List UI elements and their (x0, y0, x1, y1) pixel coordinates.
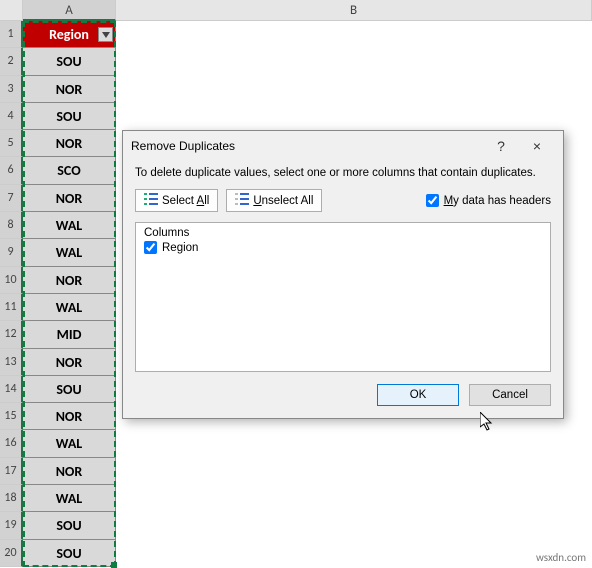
column-checkbox[interactable] (144, 241, 157, 254)
headers-checkbox-label: My data has headers (444, 195, 551, 207)
column-checkbox-item[interactable]: Region (144, 241, 542, 254)
select-all-button[interactable]: Select All (135, 189, 218, 212)
dialog-actions: OK Cancel (123, 372, 563, 418)
select-all-label: Select All (162, 195, 209, 207)
row-header[interactable]: 10 (0, 267, 23, 294)
select-all-corner[interactable] (0, 0, 23, 21)
columns-listbox-header: Columns (144, 227, 542, 239)
row-header[interactable]: 19 (0, 512, 23, 539)
table-cell[interactable]: SOU (23, 376, 116, 403)
close-button[interactable]: × (519, 131, 555, 161)
table-cell[interactable]: WAL (23, 239, 116, 266)
table-cell[interactable]: NOR (23, 76, 116, 103)
table-cell[interactable]: SOU (23, 512, 116, 539)
table-cell[interactable]: WAL (23, 294, 116, 321)
help-button[interactable]: ? (483, 131, 519, 161)
row-header[interactable]: 12 (0, 321, 23, 348)
table-cell[interactable]: NOR (23, 267, 116, 294)
unselect-all-icon (235, 193, 249, 208)
column-a-cells: RegionSOUNORSOUNORSCONORWALWALNORWALMIDN… (23, 21, 116, 567)
table-cell[interactable]: SOU (23, 48, 116, 75)
table-header-cell[interactable]: Region (23, 21, 116, 48)
dialog-body: To delete duplicate values, select one o… (123, 161, 563, 372)
table-cell[interactable]: SCO (23, 157, 116, 184)
table-cell[interactable]: SOU (23, 540, 116, 567)
cancel-button[interactable]: Cancel (469, 384, 551, 406)
headers-checkbox-row[interactable]: My data has headers (426, 194, 551, 207)
row-header[interactable]: 18 (0, 485, 23, 512)
row-header[interactable]: 8 (0, 212, 23, 239)
watermark: wsxdn.com (536, 551, 586, 564)
row-headers: 1234567891011121314151617181920 (0, 21, 23, 567)
dialog-titlebar[interactable]: Remove Duplicates ? × (123, 131, 563, 161)
row-header[interactable]: 16 (0, 430, 23, 457)
dialog-title: Remove Duplicates (131, 139, 483, 153)
table-cell[interactable]: WAL (23, 485, 116, 512)
filter-dropdown-button[interactable] (98, 27, 113, 42)
row-header[interactable]: 1 (0, 21, 23, 48)
row-header[interactable]: 5 (0, 130, 23, 157)
table-cell[interactable]: NOR (23, 185, 116, 212)
column-header-a[interactable]: A (23, 0, 116, 21)
table-cell[interactable]: MID (23, 321, 116, 348)
columns-listbox[interactable]: Columns Region (135, 222, 551, 372)
unselect-all-button[interactable]: Unselect All (226, 189, 322, 212)
table-cell[interactable]: WAL (23, 430, 116, 457)
row-header[interactable]: 3 (0, 76, 23, 103)
column-headers-row: A B (0, 0, 592, 21)
select-all-icon (144, 193, 158, 208)
row-header[interactable]: 7 (0, 185, 23, 212)
table-cell[interactable]: NOR (23, 458, 116, 485)
row-header[interactable]: 13 (0, 349, 23, 376)
row-header[interactable]: 11 (0, 294, 23, 321)
row-header[interactable]: 20 (0, 540, 23, 567)
row-header[interactable]: 15 (0, 403, 23, 430)
dialog-instruction: To delete duplicate values, select one o… (135, 167, 551, 179)
headers-checkbox[interactable] (426, 194, 439, 207)
table-cell[interactable]: NOR (23, 403, 116, 430)
row-header[interactable]: 14 (0, 376, 23, 403)
table-cell[interactable]: WAL (23, 212, 116, 239)
table-cell[interactable]: NOR (23, 349, 116, 376)
dialog-toolbar: Select All Unselect All My data has head… (135, 189, 551, 212)
ok-button[interactable]: OK (377, 384, 459, 406)
table-cell[interactable]: NOR (23, 130, 116, 157)
unselect-all-label: Unselect All (253, 195, 313, 207)
table-cell[interactable]: SOU (23, 103, 116, 130)
column-header-b[interactable]: B (116, 0, 592, 21)
remove-duplicates-dialog: Remove Duplicates ? × To delete duplicat… (122, 130, 564, 419)
row-header[interactable]: 9 (0, 239, 23, 266)
row-header[interactable]: 6 (0, 157, 23, 184)
row-header[interactable]: 2 (0, 48, 23, 75)
row-header[interactable]: 4 (0, 103, 23, 130)
column-checkbox-label: Region (162, 242, 198, 254)
row-header[interactable]: 17 (0, 458, 23, 485)
